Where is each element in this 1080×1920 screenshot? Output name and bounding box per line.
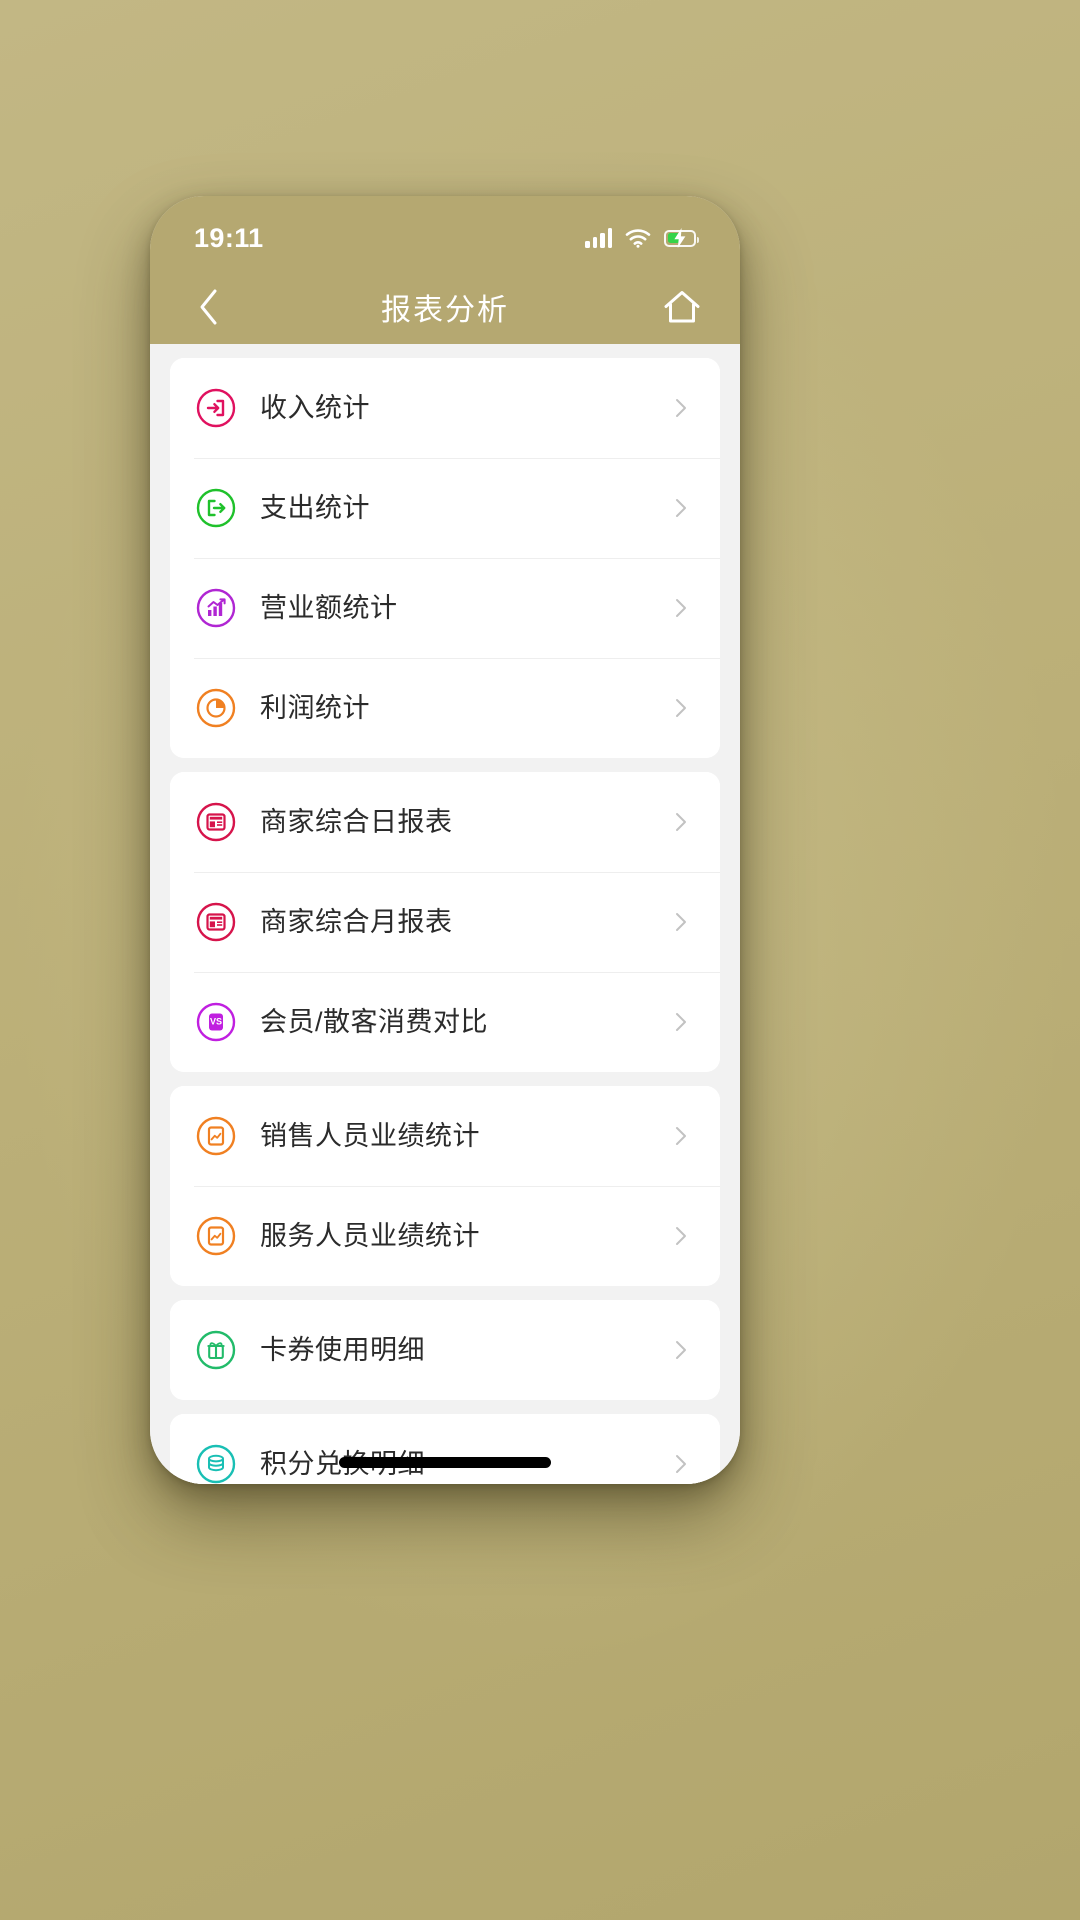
chevron-right-icon (676, 1127, 686, 1145)
signal-bars-icon (585, 228, 612, 248)
pie-chart-icon (194, 686, 238, 730)
chevron-right-icon (676, 913, 686, 931)
nav-bar: 报表分析 (150, 270, 740, 344)
chevron-right-icon (676, 1013, 686, 1031)
list-item-monthly-report[interactable]: 商家综合月报表 (170, 872, 720, 972)
chevron-right-icon (676, 699, 686, 717)
card-points-detail: 积分兑换明细 (170, 1414, 720, 1484)
list-item-turnover-stats[interactable]: 营业额统计 (170, 558, 720, 658)
list-item-points-exchange[interactable]: 积分兑换明细 (170, 1414, 720, 1484)
versus-compare-icon: VS (194, 1000, 238, 1044)
chevron-right-icon (676, 599, 686, 617)
coin-stack-icon (194, 1442, 238, 1484)
chevron-right-icon (676, 499, 686, 517)
list-item-label: 支出统计 (260, 492, 370, 523)
list-item-label: 会员/散客消费对比 (260, 1006, 489, 1037)
status-bar: 19:11 (150, 196, 740, 270)
list-item-service-performance[interactable]: 服务人员业绩统计 (170, 1186, 720, 1286)
home-indicator-bar[interactable] (339, 1457, 551, 1468)
list-item-label: 卡券使用明细 (260, 1334, 425, 1365)
phone-frame: 19:11 报表分析 收入统计 支出统计 营业额统计 利润统计 商家综合日报表 … (150, 196, 740, 1484)
chevron-right-icon (676, 1227, 686, 1245)
list-item-label: 利润统计 (260, 692, 370, 723)
home-icon (664, 291, 700, 323)
list-item-profit-stats[interactable]: 利润统计 (170, 658, 720, 758)
list-item-sales-performance[interactable]: 销售人员业绩统计 (170, 1086, 720, 1186)
list-item-label: 营业额统计 (260, 592, 398, 623)
page-title: 报表分析 (381, 294, 509, 327)
status-icon-group (585, 228, 699, 248)
chevron-right-icon (676, 399, 686, 417)
list-item-income-stats[interactable]: 收入统计 (170, 358, 720, 458)
daily-report-icon (194, 800, 238, 844)
chevron-left-icon (200, 289, 217, 325)
list-item-coupon-usage[interactable]: 卡券使用明细 (170, 1300, 720, 1400)
expense-logout-arrow-icon (194, 486, 238, 530)
status-time: 19:11 (194, 222, 264, 253)
svg-text:VS: VS (210, 1017, 222, 1027)
monthly-report-icon (194, 900, 238, 944)
card-merchant-reports: 商家综合日报表 商家综合月报表 VS 会员/散客消费对比 (170, 772, 720, 1072)
report-list-scroll[interactable]: 收入统计 支出统计 营业额统计 利润统计 商家综合日报表 商家综合月报表 VS … (150, 344, 740, 1484)
bar-chart-trend-icon (194, 586, 238, 630)
battery-charging-icon (664, 228, 699, 248)
back-button[interactable] (180, 279, 236, 335)
chevron-right-icon (676, 1341, 686, 1359)
list-item-member-vs-guest[interactable]: VS 会员/散客消费对比 (170, 972, 720, 1072)
chevron-right-icon (676, 1455, 686, 1473)
list-item-label: 销售人员业绩统计 (260, 1120, 480, 1151)
list-item-label: 商家综合日报表 (260, 806, 453, 837)
home-button[interactable] (654, 279, 710, 335)
card-staff-performance: 销售人员业绩统计 服务人员业绩统计 (170, 1086, 720, 1286)
list-item-daily-report[interactable]: 商家综合日报表 (170, 772, 720, 872)
gift-coupon-icon (194, 1328, 238, 1372)
list-item-label: 商家综合月报表 (260, 906, 453, 937)
list-item-label: 收入统计 (260, 392, 370, 423)
card-coupon-detail: 卡券使用明细 (170, 1300, 720, 1400)
wifi-icon (625, 228, 651, 248)
card-finance-stats: 收入统计 支出统计 营业额统计 利润统计 (170, 358, 720, 758)
service-performance-doc-icon (194, 1214, 238, 1258)
list-item-expense-stats[interactable]: 支出统计 (170, 458, 720, 558)
income-login-arrow-icon (194, 386, 238, 430)
chevron-right-icon (676, 813, 686, 831)
list-item-label: 服务人员业绩统计 (260, 1220, 480, 1251)
sales-performance-doc-icon (194, 1114, 238, 1158)
